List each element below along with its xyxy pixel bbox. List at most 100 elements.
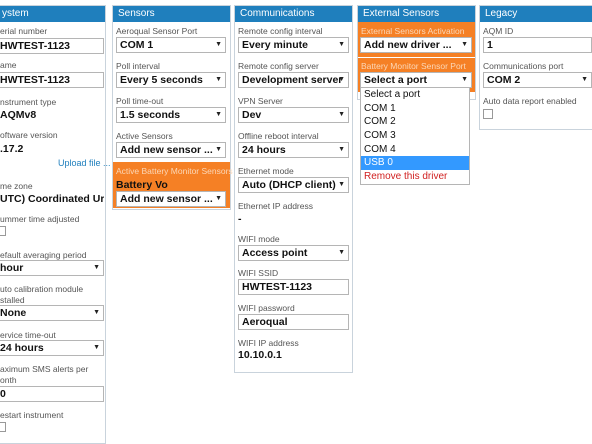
battery-port-value: Select a port (364, 74, 428, 86)
battery-monitor-label: Active Battery Monitor Sensors (116, 166, 233, 176)
chevron-down-icon: ▼ (461, 41, 468, 48)
option-remove-driver[interactable]: Remove this driver (361, 170, 469, 184)
battery-port-select[interactable]: Select a port ▼ (360, 72, 472, 88)
instrument-type-value: AQMv8 (0, 109, 37, 121)
battery-sensor-name: Battery Vo (116, 179, 168, 191)
remote-config-server-select[interactable]: Development server ▼ (238, 72, 349, 88)
comm-port-select[interactable]: COM 2 ▼ (483, 72, 592, 88)
wifi-ssid-label: WIFI SSID (238, 268, 279, 278)
chevron-down-icon: ▼ (215, 76, 222, 83)
battery-port-dropdown: Select a port COM 1 COM 2 COM 3 COM 4 US… (360, 87, 470, 185)
serial-number-label: erial number (0, 26, 48, 36)
upload-file-link[interactable]: Upload file ... (58, 158, 111, 168)
chevron-down-icon: ▼ (215, 111, 222, 118)
system-panel-title: ystem (0, 6, 105, 22)
auto-calibration-select[interactable]: None ▼ (0, 305, 104, 321)
wifi-ssid-field[interactable]: HWTEST-1123 (238, 279, 349, 295)
aqm-id-field[interactable]: 1 (483, 37, 592, 53)
option-com2[interactable]: COM 2 (361, 115, 469, 129)
ethernet-ip-value: - (238, 213, 242, 225)
timezone-value[interactable]: UTC) Coordinated Ur (0, 193, 104, 205)
max-sms-label-2: onth (0, 375, 17, 385)
communications-panel-title: Communications (235, 6, 352, 22)
remote-config-interval-value: Every minute (242, 39, 308, 51)
option-select-port[interactable]: Select a port (361, 88, 469, 102)
vpn-server-label: VPN Server (238, 96, 283, 106)
auto-calibration-value: None (0, 307, 27, 319)
service-timeout-value: 24 hours (0, 342, 44, 354)
wifi-ip-value: 10.10.0.1 (238, 349, 282, 361)
chevron-down-icon: ▼ (581, 76, 588, 83)
active-sensors-select[interactable]: Add new sensor ... ▼ (116, 142, 226, 158)
auto-report-checkbox[interactable] (483, 109, 493, 119)
aeroqual-port-select[interactable]: COM 1 ▼ (116, 37, 226, 53)
option-com1[interactable]: COM 1 (361, 102, 469, 116)
software-version-value: .17.2 (0, 143, 24, 155)
auto-calibration-label-2: stalled (0, 295, 25, 305)
max-sms-field[interactable]: 0 (0, 386, 104, 402)
wifi-mode-value: Access point (242, 247, 308, 259)
battery-add-sensor-select[interactable]: Add new sensor ... ▼ (116, 191, 226, 207)
software-version-label: oftware version (0, 130, 58, 140)
aeroqual-port-label: Aeroqual Sensor Port (116, 26, 198, 36)
wifi-password-label: WIFI password (238, 303, 295, 313)
averaging-period-label: efault averaging period (0, 250, 87, 260)
wifi-mode-select[interactable]: Access point ▼ (238, 245, 349, 261)
averaging-period-select[interactable]: hour ▼ (0, 260, 104, 276)
ethernet-mode-label: Ethernet mode (238, 166, 294, 176)
ethernet-mode-value: Auto (DHCP client) (242, 179, 336, 191)
active-sensors-value: Add new sensor ... (120, 144, 213, 156)
averaging-period-value: hour (0, 262, 24, 274)
offline-reboot-select[interactable]: 24 hours ▼ (238, 142, 349, 158)
chevron-down-icon: ▼ (215, 146, 222, 153)
chevron-down-icon: ▼ (215, 195, 222, 202)
chevron-down-icon: ▼ (461, 76, 468, 83)
legacy-panel-title: Legacy (480, 6, 592, 22)
remote-config-interval-select[interactable]: Every minute ▼ (238, 37, 349, 53)
active-sensors-label: Active Sensors (116, 131, 173, 141)
name-field[interactable]: HWTEST-1123 (0, 72, 104, 88)
auto-calibration-label-1: uto calibration module (0, 284, 84, 294)
vpn-server-value: Dev (242, 109, 262, 121)
chevron-down-icon: ▼ (93, 309, 100, 316)
ethernet-mode-select[interactable]: Auto (DHCP client) ▼ (238, 177, 349, 193)
poll-timeout-select[interactable]: 1.5 seconds ▼ (116, 107, 226, 123)
vpn-server-select[interactable]: Dev ▼ (238, 107, 349, 123)
offline-reboot-label: Offline reboot interval (238, 131, 319, 141)
option-com3[interactable]: COM 3 (361, 129, 469, 143)
option-com4[interactable]: COM 4 (361, 143, 469, 157)
service-timeout-select[interactable]: 24 hours ▼ (0, 340, 104, 356)
external-activation-select[interactable]: Add new driver ... ▼ (360, 37, 472, 53)
chevron-down-icon: ▼ (338, 41, 345, 48)
serial-number-field[interactable]: HWTEST-1123 (0, 38, 104, 54)
chevron-down-icon: ▼ (338, 181, 345, 188)
wifi-password-field[interactable]: Aeroqual (238, 314, 349, 330)
chevron-down-icon: ▼ (338, 146, 345, 153)
auto-report-label: Auto data report enabled (483, 96, 577, 106)
aeroqual-port-value: COM 1 (120, 39, 154, 51)
restart-instrument-checkbox[interactable] (0, 422, 6, 432)
poll-interval-select[interactable]: Every 5 seconds ▼ (116, 72, 226, 88)
option-usb0[interactable]: USB 0 (361, 156, 469, 171)
ethernet-ip-label: Ethernet IP address (238, 201, 313, 211)
remote-config-interval-label: Remote config interval (238, 26, 323, 36)
summer-time-label: ummer time adjusted (0, 214, 80, 224)
offline-reboot-value: 24 hours (242, 144, 286, 156)
aqm-id-label: AQM ID (483, 26, 514, 36)
name-label: ame (0, 60, 17, 70)
max-sms-label-1: aximum SMS alerts per (0, 364, 89, 374)
timezone-label: me zone (0, 181, 33, 191)
wifi-mode-label: WIFI mode (238, 234, 280, 244)
remote-config-server-label: Remote config server (238, 61, 319, 71)
service-timeout-label: ervice time-out (0, 330, 56, 340)
remote-config-server-value: Development server (242, 74, 343, 86)
poll-timeout-label: Poll time-out (116, 96, 164, 106)
comm-port-value: COM 2 (487, 74, 521, 86)
instrument-type-label: nstrument type (0, 97, 57, 107)
poll-interval-value: Every 5 seconds (120, 74, 203, 86)
chevron-down-icon: ▼ (338, 76, 345, 83)
summer-time-checkbox[interactable] (0, 226, 6, 236)
sensors-panel-title: Sensors (113, 6, 230, 22)
restart-instrument-label: estart instrument (0, 410, 64, 420)
poll-interval-label: Poll interval (116, 61, 160, 71)
